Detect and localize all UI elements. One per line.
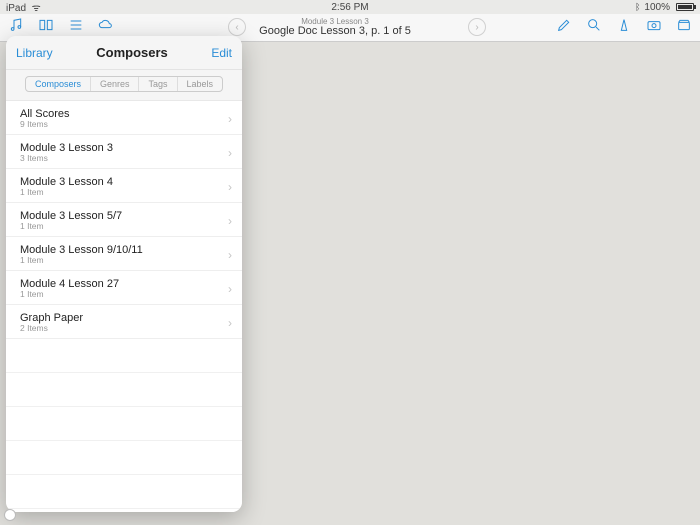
popover-title: Composers	[96, 45, 168, 60]
handwriting-circle	[248, 312, 558, 364]
book-icon[interactable]	[38, 17, 54, 38]
handwriting-paren	[601, 391, 659, 487]
library-popover: Library Composers Edit Composers Genres …	[6, 36, 242, 512]
chevron-right-icon: ›	[228, 248, 232, 262]
doc-line: term is 1. Find the common difference.	[245, 142, 670, 160]
page-next-button[interactable]: ›	[468, 18, 486, 36]
scores-list[interactable]: All Scores9 Items› Module 3 Lesson 33 It…	[6, 101, 242, 512]
battery-icon	[676, 3, 694, 11]
bluetooth-icon: ᛒ	[635, 2, 640, 12]
search-icon[interactable]	[586, 17, 602, 38]
library-back-button[interactable]: Library	[16, 46, 53, 60]
list-item-sub: 9 Items	[20, 120, 70, 130]
list-item-sub: 1 Item	[20, 256, 143, 266]
list-item	[6, 373, 242, 407]
segment-labels[interactable]: Labels	[178, 77, 223, 91]
category-segmented-control: Composers Genres Tags Labels	[6, 70, 242, 101]
list-item[interactable]: Module 3 Lesson 33 Items›	[6, 135, 242, 169]
list-item[interactable]: Graph Paper2 Items›	[6, 305, 242, 339]
chevron-right-icon: ›	[228, 146, 232, 160]
chevron-right-icon: ›	[228, 316, 232, 330]
tray-icon[interactable]	[676, 17, 692, 38]
list-item[interactable]: Module 3 Lesson 9/10/111 Item›	[6, 237, 242, 271]
music-note-icon[interactable]	[8, 17, 24, 38]
handwriting: aₙ = a₁ + (n−1) d	[262, 268, 424, 297]
segment-tags[interactable]: Tags	[139, 77, 177, 91]
carrier-label: iPad ᯤ	[6, 0, 41, 14]
typed-text: mmon difference (d) of the	[220, 402, 536, 433]
metronome-icon[interactable]	[616, 17, 632, 38]
clock: 2:56 PM	[331, 2, 368, 13]
handwriting: aₙ = 1 + (n−1) 9	[275, 320, 430, 349]
segment-genres[interactable]: Genres	[91, 77, 140, 91]
doc-line: The common difference is.	[278, 177, 490, 199]
list-item-sub: 2 Items	[20, 324, 83, 334]
list-item-sub: 1 Item	[20, 222, 122, 232]
list-item[interactable]: Module 4 Lesson 271 Item›	[6, 271, 242, 305]
camera-icon[interactable]	[646, 17, 662, 38]
list-icon[interactable]	[68, 17, 84, 38]
list-item	[6, 407, 242, 441]
handwriting: b	[580, 312, 592, 339]
edit-button[interactable]: Edit	[211, 46, 232, 60]
page-title[interactable]: Google Doc Lesson 3, p. 1 of 5	[259, 26, 411, 37]
page-scrubber[interactable]	[4, 509, 16, 521]
list-item	[6, 339, 242, 373]
list-item-sub: 3 Items	[20, 154, 113, 164]
list-item	[6, 441, 242, 475]
battery-pct: 100%	[644, 2, 670, 13]
doc-line: e nth term to write an equation.	[245, 240, 461, 258]
doc-line: equence 1, 10, 19, 28, … represents the …	[245, 66, 670, 84]
list-item	[6, 475, 242, 509]
answer-blank-box	[457, 177, 483, 199]
list-item[interactable]: Module 3 Lesson 41 Item›	[6, 169, 242, 203]
doc-line: r account after her weekly allowance is …	[245, 88, 670, 106]
chevron-right-icon: ›	[228, 214, 232, 228]
wifi-icon: ᯤ	[32, 3, 41, 14]
chevron-right-icon: ›	[228, 282, 232, 296]
status-bar: iPad ᯤ 2:56 PM ᛒ 100%	[0, 0, 700, 14]
pencil-icon[interactable]	[556, 17, 572, 38]
chevron-right-icon: ›	[228, 180, 232, 194]
list-item-all-scores[interactable]: All Scores9 Items›	[6, 101, 242, 135]
typed-text: equence. Then, find the nth	[220, 440, 548, 471]
segment-composers[interactable]: Composers	[26, 77, 91, 91]
doc-line: e nth term of the sequence.	[245, 120, 670, 138]
list-item-sub: 1 Item	[20, 290, 119, 300]
list-item[interactable]: Module 3 Lesson 5/71 Item›	[6, 203, 242, 237]
cloud-icon[interactable]	[98, 17, 114, 38]
chevron-right-icon: ›	[228, 112, 232, 126]
list-item-sub: 1 Item	[20, 188, 113, 198]
